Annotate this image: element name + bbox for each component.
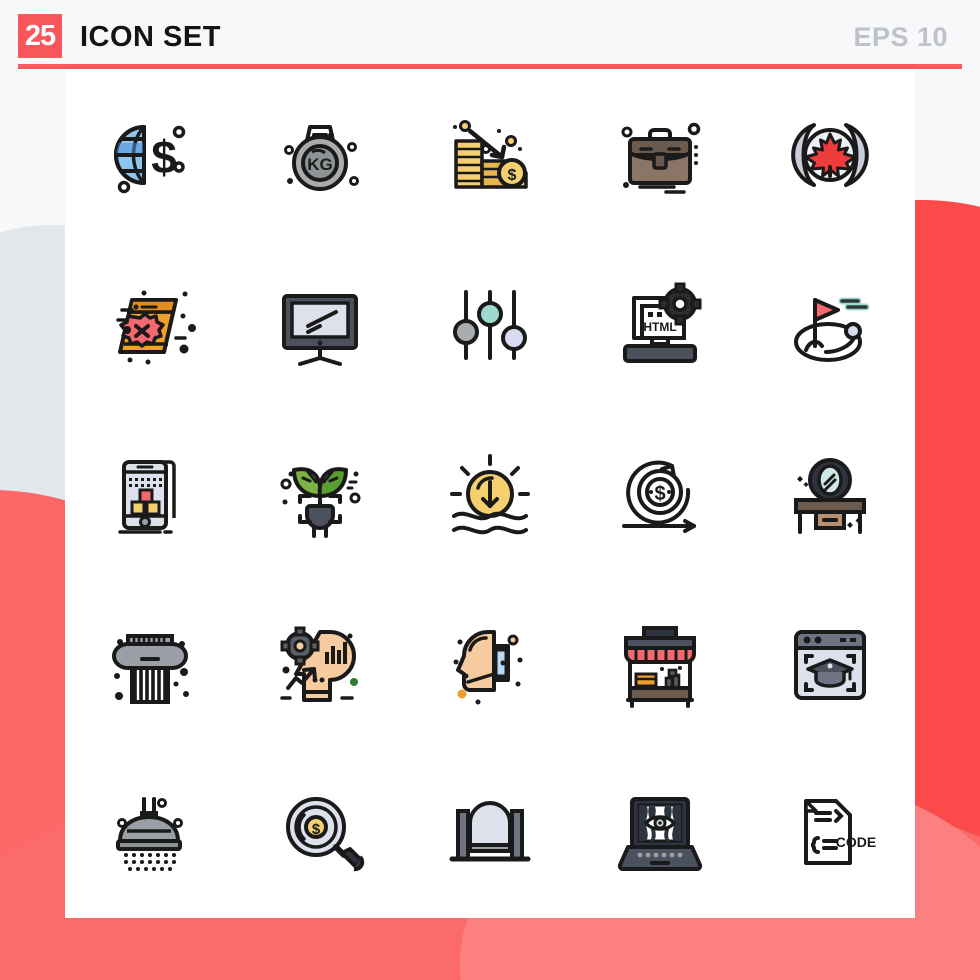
icon-cell-4[interactable] (575, 70, 745, 240)
ionic-column-icon (112, 633, 189, 704)
canada-maple-leaf-icon (791, 122, 869, 187)
icon-cell-22[interactable]: $ (235, 748, 405, 918)
icon-cell-3[interactable]: $ (405, 70, 575, 240)
online-education-icon (794, 629, 866, 700)
open-mind-door-icon (453, 629, 523, 705)
icon-cell-9[interactable]: HTML (575, 240, 745, 410)
icon-cell-11[interactable] (65, 409, 235, 579)
icon-cell-17[interactable] (235, 579, 405, 749)
icon-cell-20[interactable] (745, 579, 915, 749)
code-label: CODE (836, 834, 876, 850)
global-dollar-icon: $ (114, 124, 186, 194)
icon-cell-6[interactable] (65, 240, 235, 410)
html-laptop-gear-icon: HTML (623, 282, 702, 364)
icon-cell-21[interactable] (65, 748, 235, 918)
page-title: ICON SET (80, 21, 221, 53)
html-label: HTML (643, 320, 676, 334)
svg-text:$: $ (312, 821, 321, 838)
head-gear-chart-icon (280, 626, 358, 702)
icon-cell-25[interactable]: CODE (745, 748, 915, 918)
bakery-shop-icon (624, 625, 696, 708)
money-search-icon: $ (286, 797, 365, 872)
icon-cell-23[interactable] (405, 748, 575, 918)
svg-text:$: $ (654, 483, 665, 505)
stage-dome-icon (449, 801, 531, 862)
icon-cell-1[interactable]: $ (65, 70, 235, 240)
header-divider (18, 64, 962, 69)
sunset-icon (450, 453, 530, 535)
icon-cell-16[interactable] (65, 579, 235, 749)
dressing-table-icon (794, 457, 866, 534)
icon-cell-5[interactable] (745, 70, 915, 240)
money-cycle-icon: $ (622, 460, 696, 533)
icon-cell-13[interactable] (405, 409, 575, 579)
eco-energy-plug-icon (280, 467, 361, 538)
icon-cell-15[interactable] (745, 409, 915, 579)
icon-cell-14[interactable]: $ (575, 409, 745, 579)
monitor-icon (282, 294, 358, 367)
svg-text:$: $ (508, 167, 517, 184)
icon-grid: $ KG $ HTML $ $ CODE (65, 70, 915, 918)
icon-count-badge: 25 (18, 14, 62, 58)
screenshot-stage: 25 ICON SET EPS 10 $ KG $ HTML $ $ CODE (0, 0, 980, 980)
icon-cell-24[interactable] (575, 748, 745, 918)
code-file-icon: CODE (804, 799, 876, 866)
format-label: EPS 10 (853, 22, 948, 52)
sliders-settings-icon (453, 290, 527, 361)
loss-coins-chart-icon: $ (453, 119, 528, 189)
icon-cell-10[interactable] (745, 240, 915, 410)
discount-flyer-icon (116, 290, 196, 365)
icon-cell-2[interactable]: KG (235, 70, 405, 240)
kg-label: KG (307, 155, 333, 174)
shower-head-icon (116, 797, 183, 872)
svg-text:$: $ (151, 131, 177, 183)
laptop-eye-icon (617, 797, 703, 872)
icon-cell-12[interactable] (235, 409, 405, 579)
icon-cell-8[interactable] (405, 240, 575, 410)
briefcase-icon (621, 122, 701, 194)
icon-cell-19[interactable] (575, 579, 745, 749)
golf-flag-icon (794, 297, 870, 363)
icon-cell-7[interactable] (235, 240, 405, 410)
mobile-packages-icon (118, 459, 176, 534)
icon-cell-18[interactable] (405, 579, 575, 749)
header: 25 ICON SET EPS 10 (0, 0, 980, 70)
kg-weight-icon: KG (284, 124, 359, 191)
